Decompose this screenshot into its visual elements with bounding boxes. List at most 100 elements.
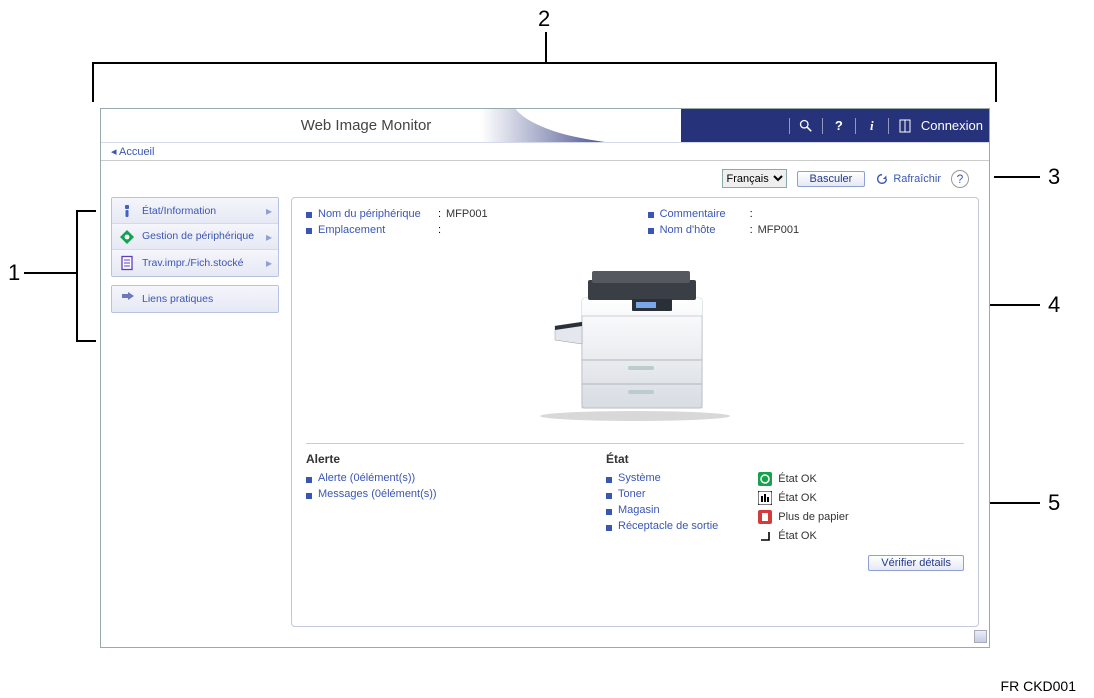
sidebar-item-links[interactable]: Liens pratiques (112, 286, 278, 312)
bullet-icon (606, 477, 612, 483)
verify-row: Vérifier détails (306, 555, 964, 571)
sidebar-item-label: Gestion de périphérique (142, 231, 254, 242)
callout-line (92, 62, 94, 102)
refresh-link[interactable]: Rafraîchir (875, 172, 941, 186)
status-value-row: État OK (758, 491, 848, 505)
device-info-grid: Nom du périphérique : MFP001 Emplacement… (306, 208, 964, 236)
refresh-label: Rafraîchir (893, 173, 941, 185)
bullet-icon (606, 493, 612, 499)
status-value-row: Plus de papier (758, 510, 848, 524)
device-name-value: MFP001 (446, 208, 488, 220)
sidebar: État/Information ▸ Gestion de périphériq… (111, 197, 279, 313)
alert-item[interactable]: Alerte (0élément(s)) (306, 472, 566, 484)
status-link-label: Système (618, 472, 661, 484)
device-name-label: Nom du périphérique (318, 208, 438, 220)
separator (306, 443, 964, 444)
status-link-system[interactable]: Système (606, 472, 718, 484)
status-link-tray[interactable]: Magasin (606, 504, 718, 516)
language-select[interactable]: Français (722, 169, 787, 188)
status-link-label: Toner (618, 488, 646, 500)
controls-row: Français Basculer Rafraîchir ? (101, 161, 989, 191)
status-link-label: Magasin (618, 504, 660, 516)
status-value: État OK (778, 492, 817, 504)
chevron-right-icon: ▸ (266, 204, 272, 218)
breadcrumb[interactable]: ◂ Accueil (101, 143, 989, 161)
info-icon[interactable]: i (864, 118, 880, 134)
bullet-icon (306, 477, 312, 483)
login-icon[interactable] (897, 118, 913, 134)
main-panel: Nom du périphérique : MFP001 Emplacement… (291, 197, 979, 627)
hostname-row: Nom d'hôte : MFP001 (648, 224, 800, 236)
output-ok-icon (758, 529, 772, 543)
sidebar-item-label: État/Information (142, 205, 216, 217)
location-label: Emplacement (318, 224, 438, 236)
status-link-output[interactable]: Réceptacle de sortie (606, 520, 718, 532)
bullet-icon (306, 228, 312, 234)
status-value-row: État OK (758, 529, 848, 543)
breadcrumb-home: Accueil (119, 146, 154, 158)
callout-line (76, 210, 96, 212)
status-value-row: État OK (758, 472, 848, 486)
info-icon (118, 202, 136, 220)
context-help-icon[interactable]: ? (951, 170, 969, 188)
figure-code: FR CKD001 (1001, 678, 1076, 694)
status-title: État (606, 452, 964, 466)
sidebar-main-group: État/Information ▸ Gestion de périphériq… (111, 197, 279, 277)
toner-ok-icon (758, 491, 772, 505)
device-name-row: Nom du périphérique : MFP001 (306, 208, 488, 220)
callout-line (76, 340, 96, 342)
login-link[interactable]: Connexion (921, 118, 983, 133)
sidebar-item-status[interactable]: État/Information ▸ (112, 198, 278, 224)
bullet-icon (306, 212, 312, 218)
status-value: Plus de papier (778, 511, 848, 523)
status-ok-icon (758, 472, 772, 486)
hostname-label: Nom d'hôte (660, 224, 750, 236)
header-separator (822, 118, 823, 134)
status-value: État OK (778, 530, 817, 542)
header-title-wrap: Web Image Monitor (101, 109, 631, 142)
status-link-toner[interactable]: Toner (606, 488, 718, 500)
search-icon[interactable] (798, 118, 814, 134)
callout-4: 4 (1048, 292, 1060, 318)
callout-1: 1 (8, 260, 20, 286)
sidebar-item-label: Liens pratiques (142, 293, 213, 305)
bullet-icon (606, 525, 612, 531)
sidebar-item-label: Trav.impr./Fich.stocké (142, 257, 244, 269)
header-toolbar: ? i Connexion (789, 109, 983, 142)
body-layout: État/Information ▸ Gestion de périphériq… (101, 191, 989, 637)
alert-column: Alerte Alerte (0élément(s)) Messages (0é… (306, 452, 566, 543)
alert-title: Alerte (306, 452, 566, 466)
scroll-down-icon[interactable] (974, 630, 987, 643)
callout-5: 5 (1048, 490, 1060, 516)
status-value: État OK (778, 473, 817, 485)
header-separator (855, 118, 856, 134)
link-arrow-icon (118, 290, 136, 308)
sidebar-links-group: Liens pratiques (111, 285, 279, 313)
alert-item-label: Messages (0élément(s)) (318, 488, 437, 500)
header-separator (888, 118, 889, 134)
header-separator (789, 118, 790, 134)
sidebar-item-printjob[interactable]: Trav.impr./Fich.stocké ▸ (112, 250, 278, 276)
document-icon (118, 254, 136, 272)
bullet-icon (306, 493, 312, 499)
status-link-label: Réceptacle de sortie (618, 520, 718, 532)
refresh-icon (875, 172, 889, 186)
hostname-value: MFP001 (758, 224, 800, 236)
callout-2: 2 (538, 6, 550, 32)
printer-illustration (520, 248, 750, 423)
verify-details-button[interactable]: Vérifier détails (868, 555, 964, 571)
location-row: Emplacement : (306, 224, 488, 236)
callout-line (76, 210, 78, 340)
status-section: Alerte Alerte (0élément(s)) Messages (0é… (306, 452, 964, 543)
comment-label: Commentaire (660, 208, 750, 220)
chevron-right-icon: ▸ (266, 230, 272, 244)
callout-line (92, 62, 997, 64)
sidebar-item-device-mgmt[interactable]: Gestion de périphérique ▸ (112, 224, 278, 250)
alert-item[interactable]: Messages (0élément(s)) (306, 488, 456, 500)
help-icon[interactable]: ? (831, 118, 847, 134)
bullet-icon (648, 212, 654, 218)
bullet-icon (606, 509, 612, 515)
alert-item-label: Alerte (0élément(s)) (318, 472, 415, 484)
switch-button[interactable]: Basculer (797, 171, 866, 187)
callout-line (995, 62, 997, 102)
